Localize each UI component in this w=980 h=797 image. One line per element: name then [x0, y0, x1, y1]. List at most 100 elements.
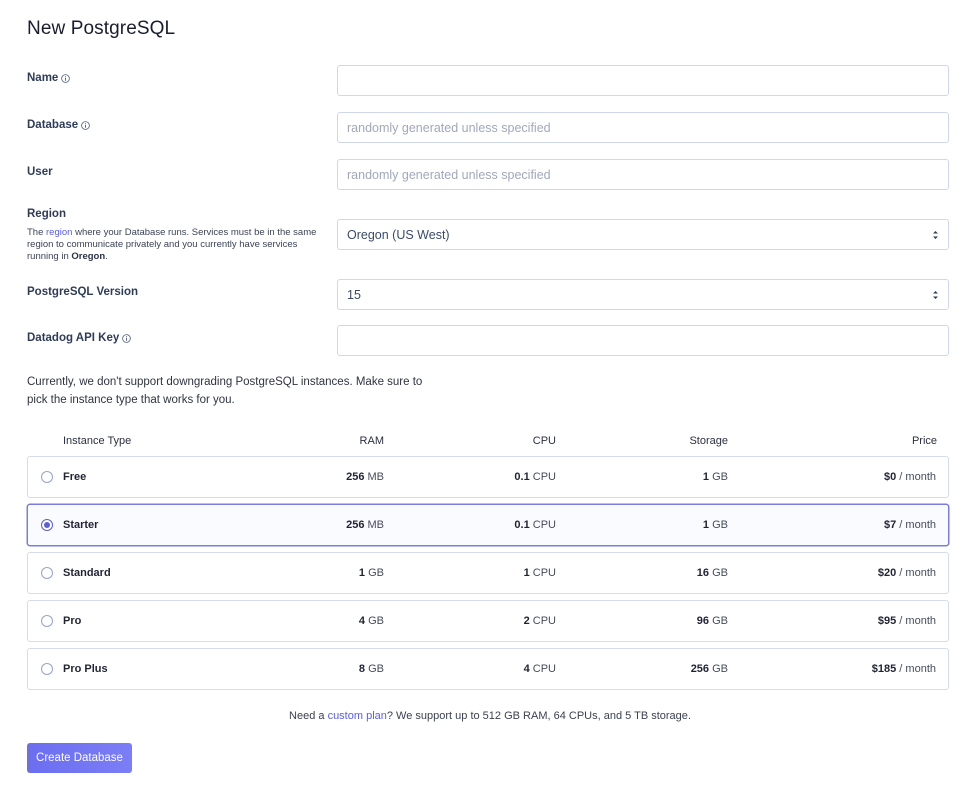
plan-name: Standard [63, 567, 111, 579]
plan-row-free[interactable]: Free 256 MB 0.1 CPU 1 GB $0 / month [27, 456, 949, 498]
plan-storage-unit: GB [709, 663, 728, 675]
plan-cpu-unit: CPU [529, 471, 556, 483]
plan-cpu-unit: CPU [529, 519, 556, 531]
datadog-label-text: Datadog API Key [27, 332, 120, 344]
region-link[interactable]: region [46, 227, 72, 238]
plan-cpu-unit: CPU [529, 567, 556, 579]
region-label-text: Region [27, 208, 66, 220]
plan-price-value: $185 [871, 663, 897, 675]
database-label: Database [27, 119, 90, 131]
name-input[interactable] [337, 65, 949, 96]
plan-radio[interactable] [41, 471, 53, 483]
plan-cpu-unit: CPU [529, 615, 556, 627]
plan-price: $185 / month [872, 663, 936, 675]
chevron-updown-icon [933, 291, 938, 299]
plan-price: $7 / month [884, 519, 936, 531]
plan-ram-unit: MB [364, 519, 384, 531]
plan-row-standard[interactable]: Standard 1 GB 1 CPU 16 GB $20 / month [27, 552, 949, 594]
downgrade-warning: Currently, we don't support downgrading … [27, 376, 423, 406]
region-selected-value: Oregon (US West) [347, 227, 450, 242]
name-label: Name [27, 72, 71, 84]
user-input[interactable] [337, 159, 949, 190]
header-cpu: CPU [532, 435, 556, 447]
footnote-prefix: Need a [289, 710, 328, 722]
version-label: PostgreSQL Version [27, 286, 138, 298]
plan-cpu-unit: CPU [529, 663, 556, 675]
plan-price: $20 / month [878, 567, 936, 579]
info-icon[interactable] [81, 120, 90, 130]
plan-storage-unit: GB [709, 519, 728, 531]
version-select[interactable]: 15 [337, 279, 949, 310]
plan-ram-unit: GB [365, 663, 384, 675]
plan-ram-value: 256 [346, 471, 365, 483]
plan-storage-unit: GB [709, 567, 728, 579]
header-storage: Storage [689, 435, 728, 447]
plan-ram-value: 256 [346, 519, 365, 531]
region-current: Oregon [71, 251, 106, 262]
plan-ram-unit: MB [364, 471, 384, 483]
plan-radio[interactable] [41, 519, 53, 531]
plan-price-unit: / month [896, 615, 936, 627]
custom-plan-note: Need a custom plan? We support up to 512… [0, 710, 980, 722]
plan-price-value: $7 [884, 519, 897, 531]
datadog-label: Datadog API Key [27, 332, 132, 344]
plan-price-value: $20 [877, 567, 897, 579]
plan-cpu: 0.1 CPU [514, 471, 556, 483]
footnote-suffix: ? We support up to 512 GB RAM, 64 CPUs, … [386, 710, 691, 722]
plan-price-unit: / month [896, 519, 936, 531]
plan-storage-value: 256 [690, 663, 710, 675]
plan-price-unit: / month [896, 567, 936, 579]
plan-cpu-value: 0.1 [514, 519, 530, 531]
version-selected-value: 15 [347, 287, 361, 302]
plan-ram: 256 MB [346, 471, 384, 483]
plan-radio[interactable] [41, 663, 53, 675]
user-label: User [27, 166, 53, 178]
user-label-text: User [27, 166, 53, 178]
plan-price-value: $95 [877, 615, 897, 627]
plan-row-starter[interactable]: Starter 256 MB 0.1 CPU 1 GB $7 / month [27, 504, 949, 546]
plan-storage-unit: GB [709, 615, 728, 627]
plan-storage: 256 GB [691, 663, 728, 675]
plan-radio[interactable] [41, 567, 53, 579]
plan-storage: 96 GB [697, 615, 728, 627]
plan-storage: 1 GB [703, 471, 728, 483]
info-icon[interactable] [61, 73, 71, 83]
plan-cpu: 2 CPU [524, 615, 556, 627]
region-desc-prefix: The [27, 227, 47, 238]
create-database-button[interactable]: Create Database [27, 743, 132, 773]
plan-row-pro-plus[interactable]: Pro Plus 8 GB 4 CPU 256 GB $185 / month [27, 648, 949, 690]
instance-table-header: Instance Type RAM CPU Storage Price [27, 435, 949, 449]
header-price: Price [911, 435, 937, 447]
plan-storage-value: 16 [696, 567, 710, 579]
plan-storage: 1 GB [703, 519, 728, 531]
plan-price: $0 / month [884, 471, 936, 483]
plan-ram: 1 GB [359, 567, 384, 579]
region-label: Region [27, 208, 66, 220]
plan-price-value: $0 [884, 471, 897, 483]
plan-cpu: 1 CPU [524, 567, 556, 579]
datadog-api-key-input[interactable] [337, 325, 949, 356]
version-label-text: PostgreSQL Version [27, 286, 138, 298]
info-icon[interactable] [122, 333, 132, 343]
plan-ram: 4 GB [359, 615, 384, 627]
plan-price-unit: / month [896, 471, 936, 483]
plan-ram-unit: GB [365, 567, 384, 579]
name-label-text: Name [27, 72, 59, 84]
plan-cpu-value: 0.1 [514, 471, 530, 483]
plan-row-pro[interactable]: Pro 4 GB 2 CPU 96 GB $95 / month [27, 600, 949, 642]
region-description: The region where your Database runs. Ser… [27, 227, 327, 263]
custom-plan-link[interactable]: custom plan [328, 710, 387, 722]
plan-radio[interactable] [41, 615, 53, 627]
plan-cpu: 0.1 CPU [514, 519, 556, 531]
plan-cpu: 4 CPU [524, 663, 556, 675]
plan-storage-value: 96 [696, 615, 710, 627]
header-instance-type: Instance Type [63, 435, 132, 447]
database-label-text: Database [27, 119, 79, 131]
plan-name: Starter [63, 519, 99, 531]
region-desc-suffix: . [105, 251, 108, 262]
region-select[interactable]: Oregon (US West) [337, 219, 949, 250]
header-ram: RAM [359, 435, 384, 447]
plan-storage-unit: GB [709, 471, 728, 483]
database-input[interactable] [337, 112, 949, 143]
chevron-updown-icon [933, 231, 938, 239]
